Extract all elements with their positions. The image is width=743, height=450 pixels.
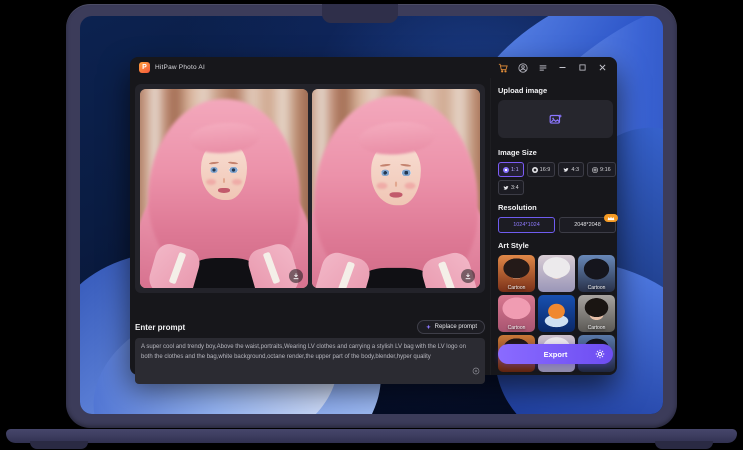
app-title: HitPaw Photo AI (155, 64, 205, 71)
app-window: P HitPaw Photo AI (130, 57, 617, 375)
laptop-screen-wallpaper: P HitPaw Photo AI (80, 16, 663, 414)
camera-icon (592, 167, 598, 173)
image-size-title: Image Size (498, 148, 616, 157)
hitpaw-logo-icon: P (139, 62, 150, 73)
style-label: Cartoon (578, 325, 615, 331)
portrait-art (140, 89, 308, 288)
pro-crown-badge (604, 214, 618, 222)
image-size-options: 1:1 16:9 4:3 (498, 162, 616, 195)
result-image-left (140, 89, 308, 288)
laptop-foot (30, 441, 88, 449)
aspect-label: 4:3 (571, 167, 579, 173)
prompt-textarea[interactable]: A super cool and trendy boy,Above the wa… (135, 338, 485, 384)
result-image-right (312, 89, 480, 288)
settings-sidebar: Upload image Image Size (490, 78, 621, 375)
art-style-thumbnail[interactable] (538, 255, 575, 292)
close-icon[interactable] (597, 62, 608, 73)
upload-image-dropzone[interactable] (498, 100, 613, 138)
art-style-thumbnail[interactable]: Cartoon (498, 295, 535, 332)
enter-prompt-title: Enter prompt (135, 323, 185, 332)
resolution-2048-button[interactable]: 2048*2048 (559, 217, 616, 233)
portrait-art (312, 89, 480, 288)
aspect-4-3-button[interactable]: 4:3 (558, 162, 584, 177)
style-label: Cartoon (498, 285, 535, 291)
laptop-foot (655, 441, 713, 449)
aspect-1-1-button[interactable]: 1:1 (498, 162, 524, 177)
minimize-icon[interactable] (557, 62, 568, 73)
cart-icon[interactable] (497, 62, 508, 73)
resolution-options: 1024*1024 2048*2048 (498, 217, 616, 233)
art-style-title: Art Style (498, 241, 616, 250)
aspect-label: 16:9 (540, 167, 551, 173)
bird-icon (503, 185, 509, 191)
download-icon[interactable] (289, 269, 303, 283)
export-button[interactable]: Export (498, 344, 613, 364)
clear-icon[interactable] (472, 362, 480, 380)
upload-image-icon (549, 113, 563, 125)
art-style-thumbnail[interactable]: Cartoon (498, 255, 535, 292)
aspect-label: 1:1 (511, 167, 519, 173)
account-icon[interactable] (517, 62, 528, 73)
page: P HitPaw Photo AI (0, 0, 743, 450)
aspect-label: 9:16 (600, 167, 611, 173)
circle-icon (503, 167, 509, 173)
art-style-thumbnail[interactable]: Cartoon (578, 255, 615, 292)
laptop-frame: P HitPaw Photo AI (66, 4, 677, 428)
maximize-icon[interactable] (577, 62, 588, 73)
resolution-label: 2048*2048 (574, 222, 601, 228)
replace-prompt-button[interactable]: Replace prompt (417, 320, 485, 334)
sparkle-icon (425, 324, 432, 331)
results-panel (135, 84, 485, 293)
export-label: Export (544, 350, 568, 359)
bird-icon (563, 167, 569, 173)
camera-notch (322, 4, 398, 23)
aspect-9-16-button[interactable]: 9:16 (587, 162, 616, 177)
aspect-label: 3:4 (511, 185, 519, 191)
upload-image-title: Upload image (498, 86, 616, 95)
aspect-3-4-button[interactable]: 3:4 (498, 180, 524, 195)
download-icon[interactable] (461, 269, 475, 283)
laptop-base (6, 429, 737, 443)
gear-icon[interactable] (594, 348, 606, 362)
style-label: Cartoon (498, 325, 535, 331)
resolution-title: Resolution (498, 203, 616, 212)
disc-icon (532, 167, 538, 173)
art-style-thumbnail[interactable] (538, 295, 575, 332)
main-workspace: Enter prompt Replace prompt A super cool… (130, 78, 490, 375)
crown-icon (607, 216, 615, 221)
title-bar: P HitPaw Photo AI (130, 57, 617, 78)
menu-icon[interactable] (537, 62, 548, 73)
art-style-thumbnail[interactable]: Cartoon (578, 295, 615, 332)
resolution-1024-button[interactable]: 1024*1024 (498, 217, 555, 233)
aspect-16-9-button[interactable]: 16:9 (527, 162, 556, 177)
replace-prompt-label: Replace prompt (435, 324, 477, 330)
style-label: Cartoon (578, 285, 615, 291)
